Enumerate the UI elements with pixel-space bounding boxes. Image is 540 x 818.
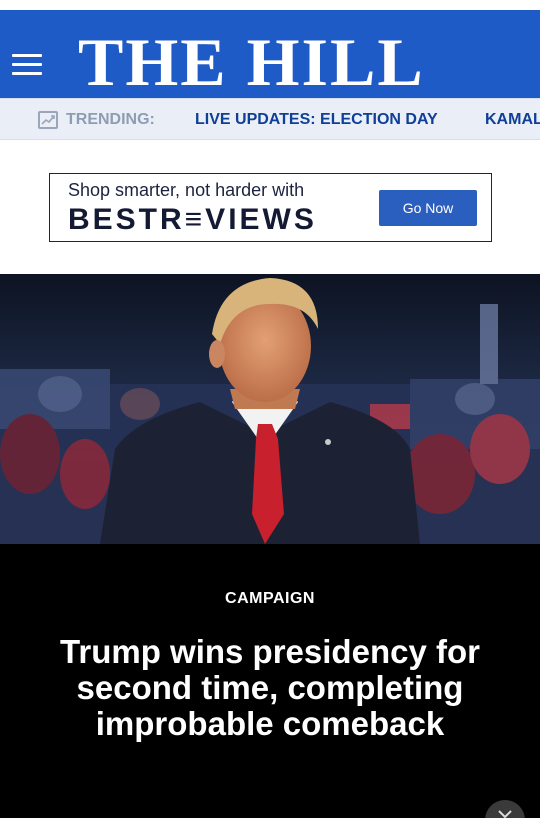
trending-link-kamala[interactable]: KAMAL: [485, 111, 540, 129]
story-card[interactable]: CAMPAIGN Trump wins presidency for secon…: [0, 544, 540, 818]
site-header: THE HILL: [0, 0, 540, 100]
site-logo[interactable]: THE HILL: [78, 22, 425, 102]
story-headline[interactable]: Trump wins presidency for second time, c…: [40, 634, 500, 742]
ad-tagline: Shop smarter, not harder with: [68, 180, 305, 200]
trending-chart-icon: [38, 111, 58, 129]
trending-label: TRENDING:: [66, 111, 155, 128]
trending-link-live-updates[interactable]: LIVE UPDATES: ELECTION DAY: [195, 111, 438, 129]
hero-illustration: [0, 274, 540, 544]
chevron-down-icon[interactable]: [485, 800, 525, 818]
story-category[interactable]: CAMPAIGN: [0, 590, 540, 608]
ad-brand-logo: BESTR≡VIEWS: [68, 203, 317, 236]
hamburger-menu-icon[interactable]: [12, 54, 42, 76]
trending-bar: TRENDING: LIVE UPDATES: ELECTION DAY KAM…: [0, 98, 540, 140]
hero-image[interactable]: [0, 274, 540, 544]
ad-zone: Shop smarter, not harder with BESTR≡VIEW…: [0, 140, 540, 274]
go-now-button[interactable]: Go Now: [379, 190, 477, 226]
bestreviews-ad-banner[interactable]: Shop smarter, not harder with BESTR≡VIEW…: [49, 173, 492, 242]
header-bar: THE HILL: [0, 10, 540, 100]
